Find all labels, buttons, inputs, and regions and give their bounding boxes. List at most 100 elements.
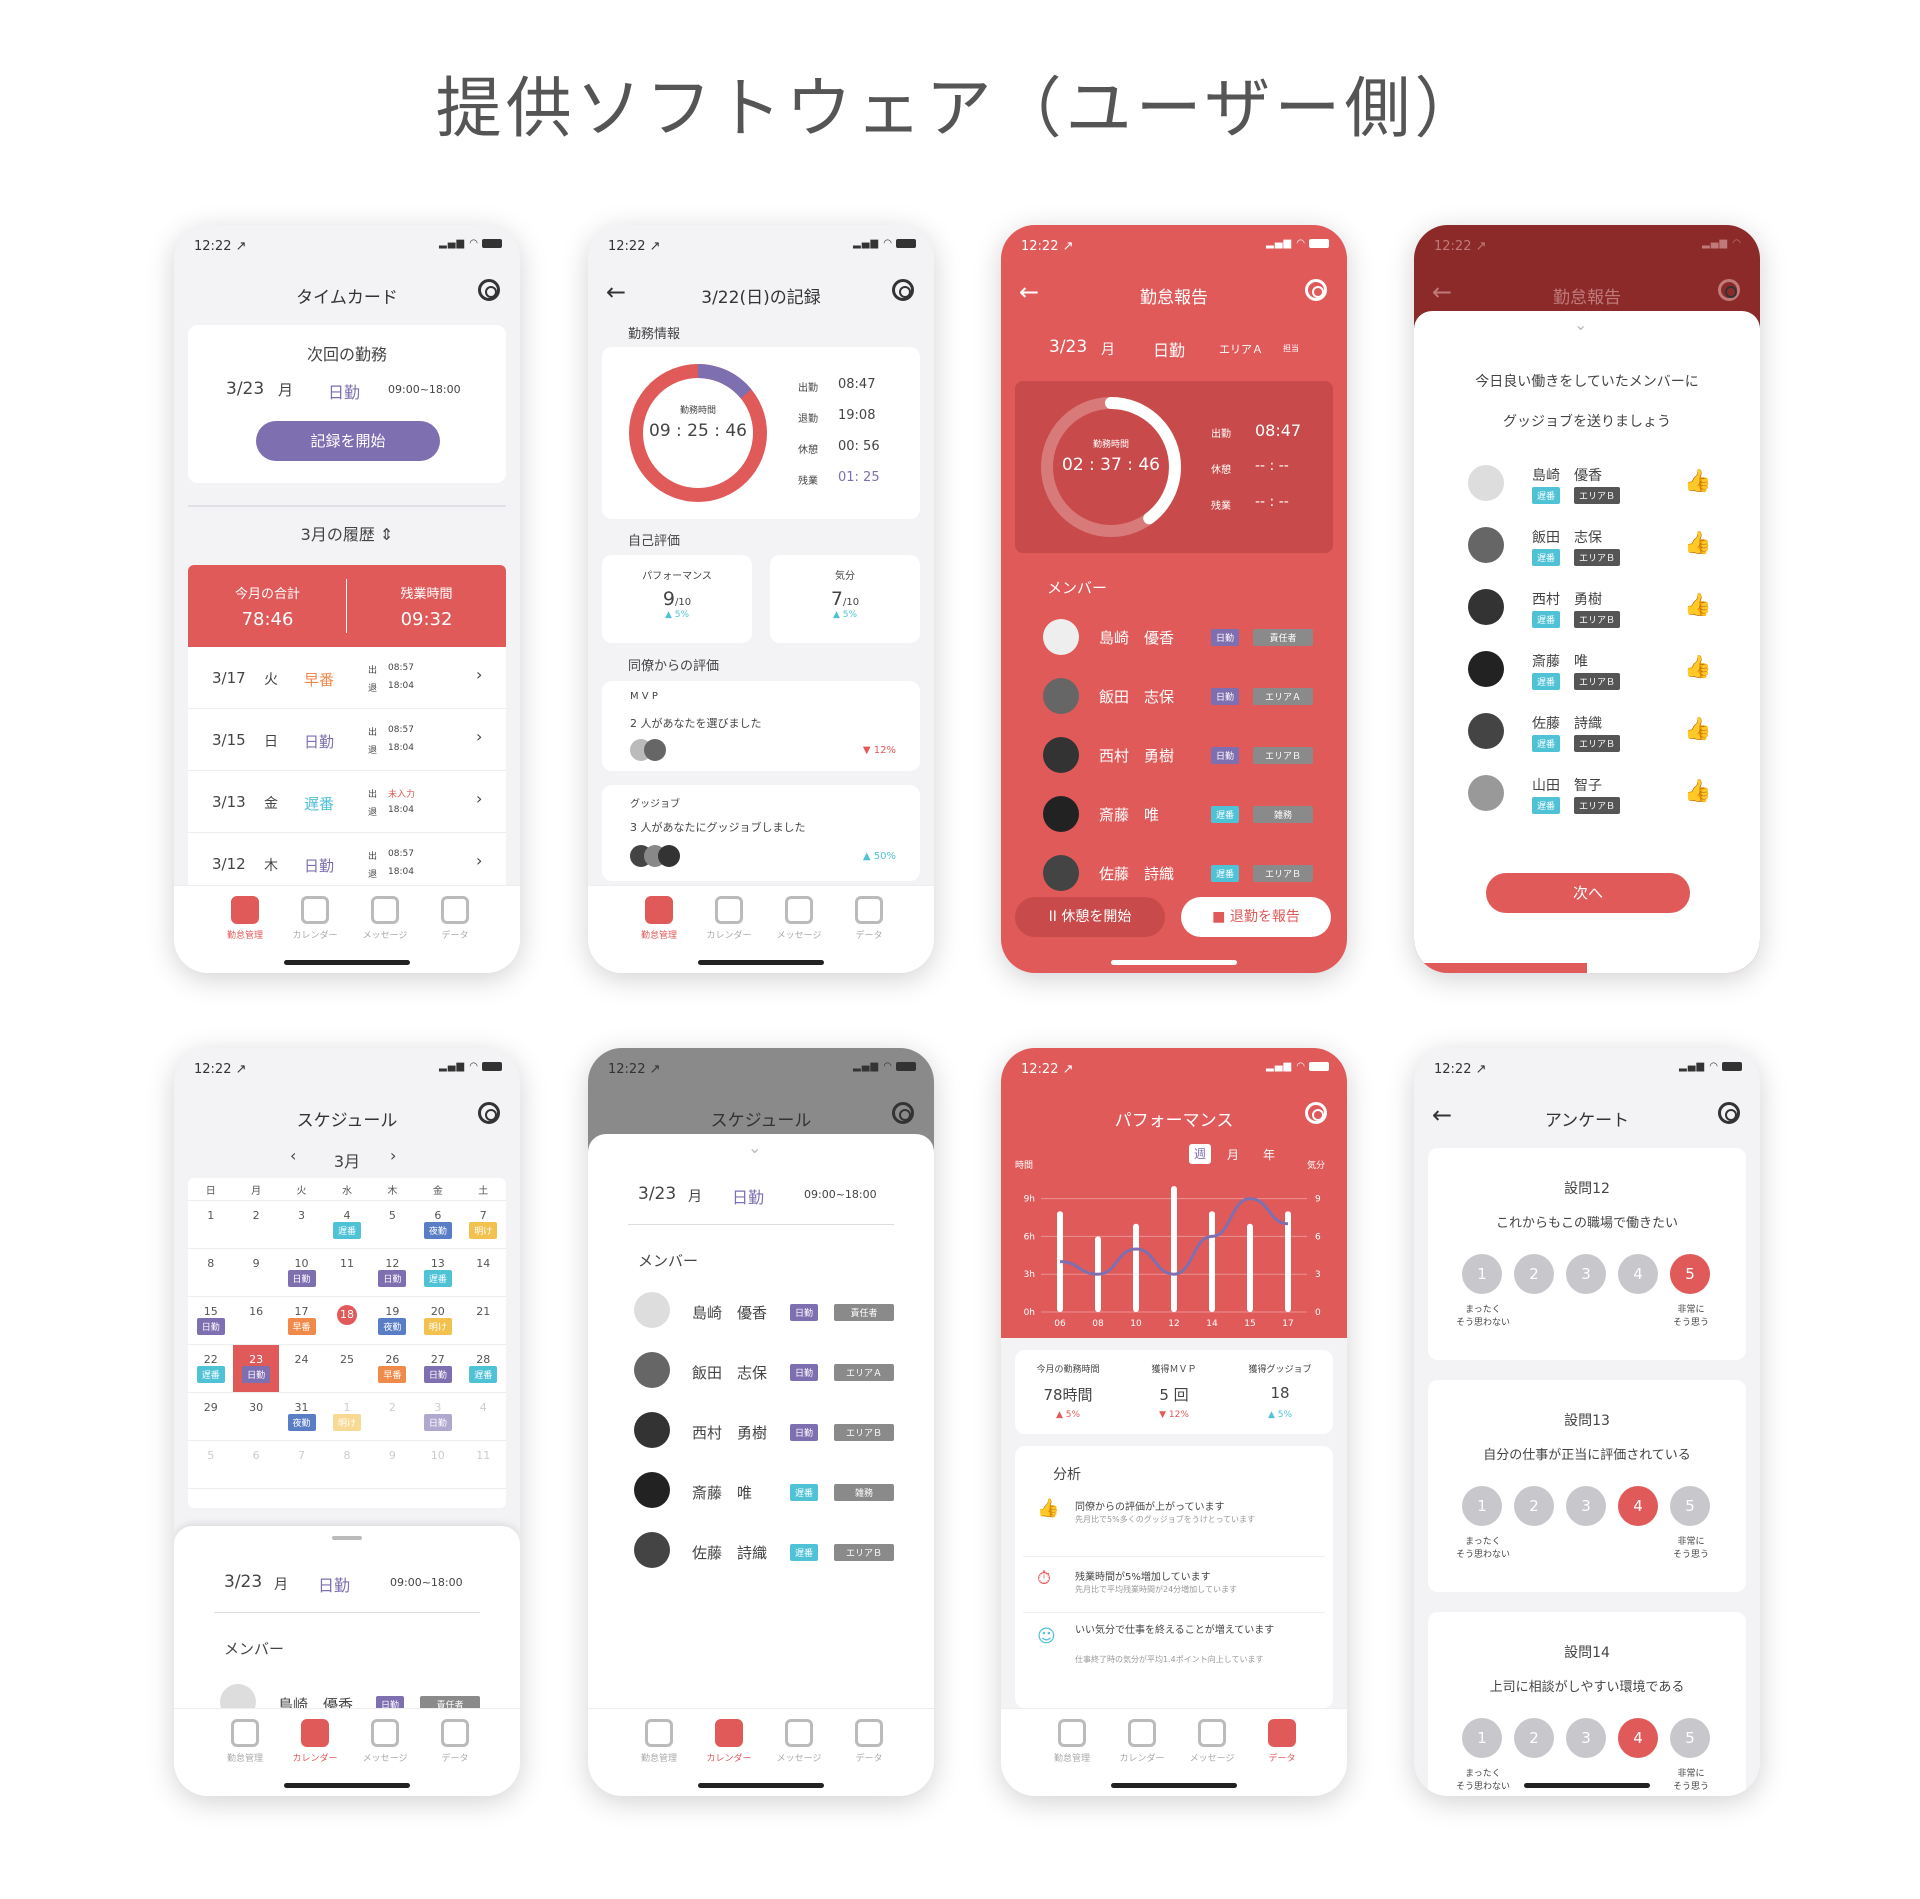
calendar-day[interactable]: 1 xyxy=(188,1200,234,1249)
next-month-icon[interactable]: › xyxy=(390,1146,396,1165)
rating-option[interactable]: 3 xyxy=(1566,1486,1606,1526)
thumbs-up-icon[interactable]: 👍 xyxy=(1684,655,1711,680)
calendar-day[interactable]: 26 早番 xyxy=(369,1344,416,1393)
calendar-day[interactable]: 12 日勤 xyxy=(369,1248,416,1297)
calendar-day[interactable]: 3 日勤 xyxy=(415,1392,461,1441)
calendar-day[interactable]: 6 夜勤 xyxy=(415,1200,461,1249)
rating-option[interactable]: 3 xyxy=(1566,1254,1606,1294)
tab-attendance[interactable]: 勤怠管理 xyxy=(624,1719,694,1764)
thumbs-up-icon[interactable]: 👍 xyxy=(1684,531,1711,556)
tab-message[interactable]: メッセージ xyxy=(764,896,834,941)
rating-option[interactable]: 4 xyxy=(1618,1254,1658,1294)
gear-icon[interactable] xyxy=(478,279,500,301)
calendar-day[interactable]: 4 xyxy=(460,1392,506,1441)
calendar-day[interactable]: 29 xyxy=(188,1392,234,1441)
calendar-day[interactable]: 3 xyxy=(278,1200,325,1249)
sheet-handle[interactable] xyxy=(332,1536,362,1540)
thumbs-up-icon[interactable]: 👍 xyxy=(1684,779,1711,804)
rating-option[interactable]: 2 xyxy=(1514,1486,1554,1526)
tab-data[interactable]: データ xyxy=(834,1719,904,1764)
tab-calendar[interactable]: カレンダー xyxy=(280,896,350,941)
calendar-day[interactable]: 8 xyxy=(188,1248,234,1297)
gear-icon[interactable] xyxy=(892,1102,914,1124)
rating-option[interactable]: 3 xyxy=(1566,1718,1606,1758)
calendar-day[interactable]: 9 xyxy=(233,1248,279,1297)
calendar-day[interactable]: 19 夜勤 xyxy=(369,1296,416,1345)
period-week[interactable]: 週 xyxy=(1189,1144,1211,1164)
thumbs-up-icon[interactable]: 👍 xyxy=(1684,469,1711,494)
tab-message[interactable]: メッセージ xyxy=(764,1719,834,1764)
gear-icon[interactable] xyxy=(1718,279,1740,301)
tab-calendar[interactable]: カレンダー xyxy=(280,1719,350,1764)
tab-calendar[interactable]: カレンダー xyxy=(694,896,764,941)
tab-message[interactable]: メッセージ xyxy=(350,1719,420,1764)
calendar-day[interactable]: 9 xyxy=(369,1440,416,1489)
tab-attendance[interactable]: 勤怠管理 xyxy=(210,896,280,941)
tab-attendance[interactable]: 勤怠管理 xyxy=(210,1719,280,1764)
calendar-day[interactable]: 11 xyxy=(324,1248,370,1297)
calendar-day[interactable]: 10 日勤 xyxy=(278,1248,325,1297)
tab-message[interactable]: メッセージ xyxy=(350,896,420,941)
calendar-day[interactable]: 2 xyxy=(369,1392,416,1441)
rating-option[interactable]: 1 xyxy=(1462,1718,1502,1758)
history-row[interactable]: 3/15 日 日勤 出 08:57 退 18:04 › xyxy=(188,709,506,771)
calendar-day[interactable]: 4 遅番 xyxy=(324,1200,370,1249)
calendar-day[interactable]: 20 明け xyxy=(415,1296,461,1345)
mvp-card[interactable]: M V P 2 人があなたを選びました ▼ 12% xyxy=(602,681,920,771)
calendar-day[interactable]: 14 xyxy=(460,1248,506,1297)
calendar-day[interactable]: 16 xyxy=(233,1296,279,1345)
calendar-day[interactable]: 24 xyxy=(278,1344,325,1393)
period-year[interactable]: 年 xyxy=(1263,1146,1275,1163)
rating-option[interactable]: 2 xyxy=(1514,1254,1554,1294)
rating-option[interactable]: 2 xyxy=(1514,1718,1554,1758)
tab-attendance[interactable]: 勤怠管理 xyxy=(1037,1719,1107,1764)
rating-option[interactable]: 5 xyxy=(1670,1254,1710,1294)
calendar-day[interactable]: 27 日勤 xyxy=(415,1344,461,1393)
calendar-day[interactable]: 30 xyxy=(233,1392,279,1441)
rating-option[interactable]: 1 xyxy=(1462,1486,1502,1526)
calendar-day[interactable]: 11 xyxy=(460,1440,506,1489)
tab-data[interactable]: データ xyxy=(834,896,904,941)
calendar-day[interactable]: 7 xyxy=(278,1440,325,1489)
calendar-day[interactable]: 10 xyxy=(415,1440,461,1489)
calendar-day[interactable]: 23 日勤 xyxy=(233,1344,279,1393)
gear-icon[interactable] xyxy=(1305,279,1327,301)
rating-option[interactable]: 1 xyxy=(1462,1254,1502,1294)
period-month[interactable]: 月 xyxy=(1227,1146,1239,1163)
calendar-day[interactable]: 1 明け xyxy=(324,1392,370,1441)
goodjob-card[interactable]: グッジョブ 3 人があなたにグッジョブしました ▲ 50% xyxy=(602,785,920,881)
calendar-day[interactable]: 8 xyxy=(324,1440,370,1489)
gear-icon[interactable] xyxy=(1718,1102,1740,1124)
calendar-day[interactable]: 25 xyxy=(324,1344,370,1393)
rating-option[interactable]: 4 xyxy=(1618,1718,1658,1758)
calendar-day[interactable]: 31 夜勤 xyxy=(278,1392,325,1441)
start-record-button[interactable]: 記録を開始 xyxy=(256,421,440,461)
start-break-button[interactable]: II 休憩を開始 xyxy=(1015,897,1165,937)
history-row[interactable]: 3/17 火 早番 出 08:57 退 18:04 › xyxy=(188,647,506,709)
tab-calendar[interactable]: カレンダー xyxy=(1107,1719,1177,1764)
calendar-day[interactable]: 28 遅番 xyxy=(460,1344,506,1393)
tab-attendance[interactable]: 勤怠管理 xyxy=(624,896,694,941)
calendar-day[interactable]: 5 xyxy=(369,1200,416,1249)
report-leave-button[interactable]: ■ 退勤を報告 xyxy=(1181,897,1331,937)
rating-option[interactable]: 5 xyxy=(1670,1718,1710,1758)
chevron-down-icon[interactable]: ⌄ xyxy=(1574,315,1587,334)
tab-message[interactable]: メッセージ xyxy=(1177,1719,1247,1764)
next-button[interactable]: 次へ xyxy=(1486,873,1690,913)
gear-icon[interactable] xyxy=(892,279,914,301)
calendar-day[interactable]: 17 早番 xyxy=(278,1296,325,1345)
calendar-day[interactable]: 7 明け xyxy=(460,1200,506,1249)
chevron-down-icon[interactable]: ⌄ xyxy=(748,1138,761,1157)
calendar-day[interactable]: 18 xyxy=(324,1296,370,1345)
tab-calendar[interactable]: カレンダー xyxy=(694,1719,764,1764)
calendar-day[interactable]: 5 xyxy=(188,1440,234,1489)
gear-icon[interactable] xyxy=(478,1102,500,1124)
history-selector[interactable]: 3月の履歴 ⇕ xyxy=(174,521,520,545)
tab-data[interactable]: データ xyxy=(420,896,490,941)
calendar-day[interactable]: 6 xyxy=(233,1440,279,1489)
calendar-day[interactable]: 15 日勤 xyxy=(188,1296,234,1345)
gear-icon[interactable] xyxy=(1305,1102,1327,1124)
calendar-day[interactable]: 21 xyxy=(460,1296,506,1345)
calendar-day[interactable]: 2 xyxy=(233,1200,279,1249)
thumbs-up-icon[interactable]: 👍 xyxy=(1684,717,1711,742)
